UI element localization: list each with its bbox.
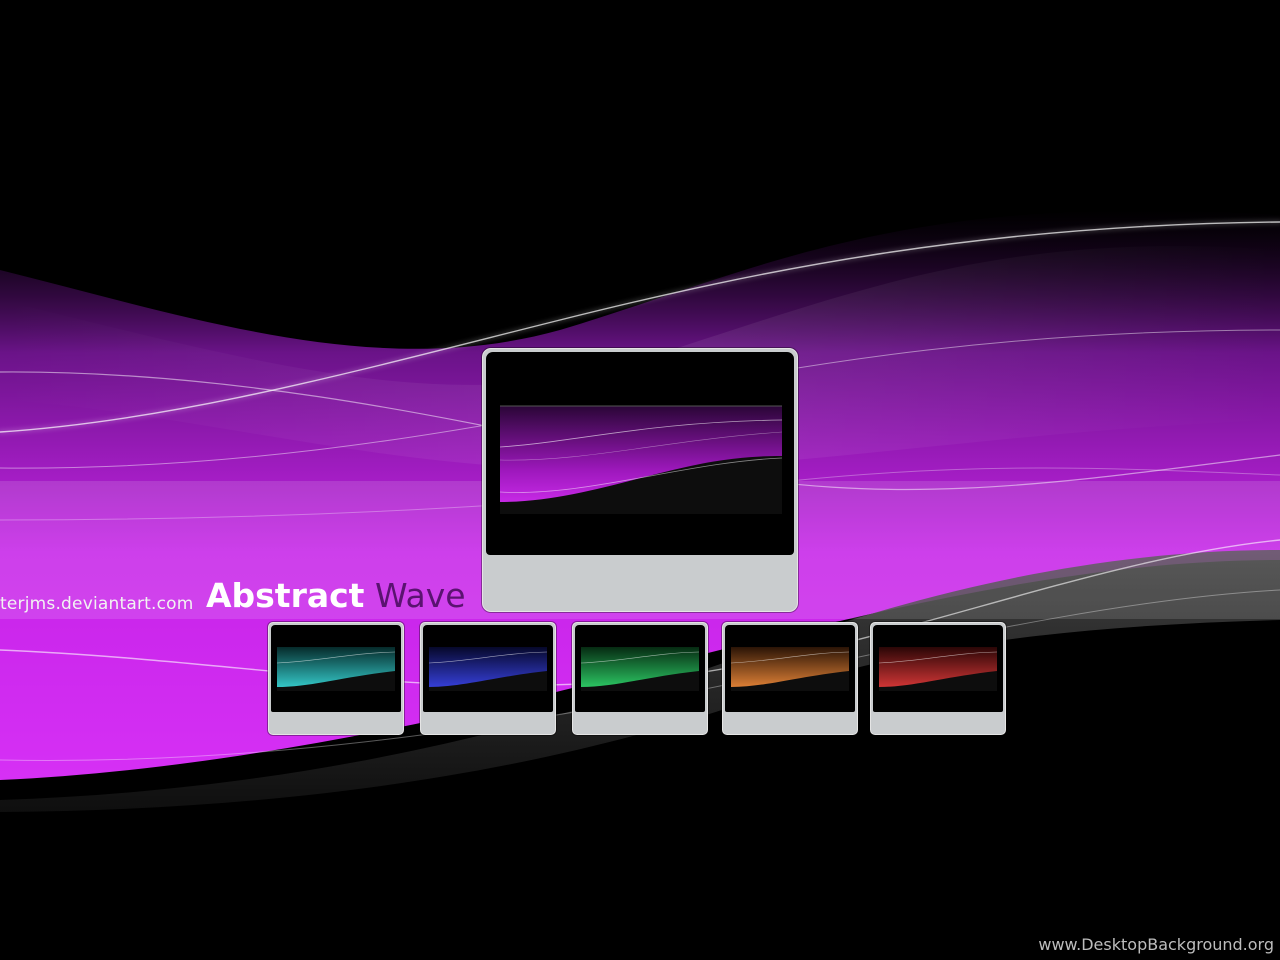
thumb-screen-cyan bbox=[271, 625, 401, 712]
thumb-monitor-icon-orange bbox=[722, 622, 858, 735]
site-watermark: www.DesktopBackground.org bbox=[1038, 935, 1274, 954]
thumb-wave-orange bbox=[730, 647, 850, 691]
thumb-monitor-icon-red bbox=[870, 622, 1006, 735]
thumb-wave-green bbox=[580, 647, 700, 691]
title-word-abstract: Abstract bbox=[206, 576, 365, 615]
thumb-monitor-icon-green bbox=[572, 622, 708, 735]
thumb-monitor-icon-cyan bbox=[268, 622, 404, 735]
thumb-screen-red bbox=[873, 625, 1003, 712]
thumb-screen-green bbox=[575, 625, 705, 712]
main-preview-screen bbox=[486, 352, 794, 555]
main-preview-wave bbox=[499, 405, 783, 514]
author-credit: terjms.deviantart.com bbox=[0, 594, 194, 614]
thumb-screen-blue bbox=[423, 625, 553, 712]
main-preview-monitor-icon bbox=[482, 348, 798, 612]
thumb-wave-blue bbox=[428, 647, 548, 691]
thumb-screen-orange bbox=[725, 625, 855, 712]
wallpaper-title: Abstract Wave bbox=[206, 576, 466, 615]
thumb-monitor-icon-blue bbox=[420, 622, 556, 735]
thumb-wave-cyan bbox=[276, 647, 396, 691]
title-word-wave: Wave bbox=[374, 576, 466, 615]
thumb-wave-red bbox=[878, 647, 998, 691]
